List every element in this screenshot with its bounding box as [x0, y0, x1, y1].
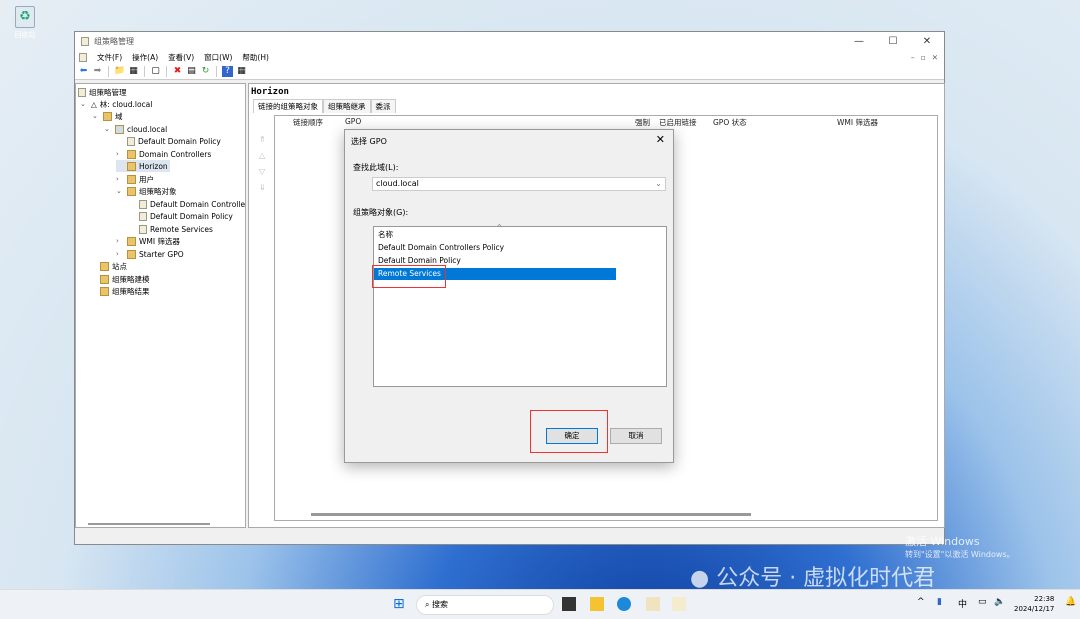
highlight-box	[530, 410, 608, 453]
delete-icon[interactable]: ✖	[172, 66, 183, 77]
select-gpo-dialog: 选择 GPO ✕ 查找此域(L): cloud.local ⌄ 组策略对象(G):…	[344, 129, 674, 463]
back-icon[interactable]: ⬅	[78, 66, 89, 77]
menu-action[interactable]: 操作(A)	[132, 52, 158, 63]
close-button[interactable]: ✕	[910, 36, 944, 47]
taskbar-search[interactable]: ⌕ 搜索	[416, 595, 554, 615]
gpo-list: 名称 ^ Default Domain Controllers Policy D…	[373, 223, 667, 387]
show-tree-icon[interactable]: ▦	[128, 66, 139, 77]
domain-label: 查找此域(L):	[353, 163, 399, 172]
tree-item[interactable]: 组策略建模	[100, 273, 150, 285]
menu-bar: 文件(F) 操作(A) 查看(V) 窗口(W) 帮助(H) – ▫ ✕	[75, 50, 944, 64]
tree-item[interactable]: Default Domain Policy	[116, 135, 221, 147]
domain-select[interactable]: cloud.local ⌄	[372, 177, 666, 191]
maximize-button[interactable]: ☐	[876, 36, 910, 47]
dialog-title: 选择 GPO	[351, 137, 387, 146]
sort-icon: ^	[496, 223, 503, 232]
col-link-enabled[interactable]: 已启用链接	[659, 117, 697, 128]
minimize-button[interactable]: —	[842, 36, 876, 47]
task-view-icon[interactable]	[562, 597, 576, 611]
tree-item[interactable]: › WMI 筛选器	[116, 235, 180, 247]
activate-hint: 转到"设置"以激活 Windows。	[905, 550, 1015, 559]
list-scrollbar[interactable]	[311, 513, 751, 516]
move-up-icon[interactable]: △	[259, 148, 266, 164]
move-top-icon[interactable]: ⇑	[259, 132, 266, 148]
col-gpo-status[interactable]: GPO 状态	[713, 117, 747, 128]
tab-delegation[interactable]: 委派	[370, 99, 396, 113]
chevron-down-icon: ⌄	[655, 179, 662, 188]
tree-item[interactable]: 组策略结果	[100, 285, 150, 297]
list-header-name[interactable]: 名称	[378, 229, 393, 241]
app-icon	[81, 36, 89, 46]
network-tray-icon[interactable]: ▮	[937, 597, 951, 611]
edge-icon[interactable]	[617, 597, 631, 611]
tree-item[interactable]: Remote Services	[128, 223, 213, 235]
tree-item[interactable]: › 用户	[116, 173, 154, 185]
col-gpo[interactable]: GPO	[345, 117, 361, 126]
highlight-box	[372, 265, 446, 288]
menu-view[interactable]: 查看(V)	[168, 52, 194, 63]
tree-item[interactable]: ⌄ 组策略对象	[116, 185, 177, 197]
recycle-bin-icon: ♻	[15, 6, 35, 28]
help-icon[interactable]: ?	[222, 66, 233, 77]
tree-pane: 组策略管理 ⌄ △ 林: cloud.local ⌄ 域 ⌄ cloud.local D…	[75, 83, 246, 528]
gpo-editor-taskbar-icon[interactable]	[672, 597, 686, 611]
mdi-minimize[interactable]: –	[911, 53, 915, 62]
recycle-bin[interactable]: ♻ 回收站	[8, 6, 42, 40]
tree-item[interactable]: 站点	[100, 260, 127, 272]
display-icon[interactable]: ▭	[978, 597, 992, 611]
mdi-restore[interactable]: ▫	[921, 53, 926, 62]
forest-icon: △	[91, 99, 97, 109]
tab-linked-gpos[interactable]: 链接的组策略对象	[253, 99, 323, 113]
file-explorer-icon[interactable]	[590, 597, 604, 611]
tree-item[interactable]: › Domain Controllers	[116, 148, 211, 160]
properties-icon[interactable]: ▤	[186, 66, 197, 77]
pane-title: Horizon	[251, 87, 289, 97]
tree-domain[interactable]: ⌄ cloud.local	[104, 123, 167, 135]
notification-bell-icon[interactable]: 🔔	[1065, 597, 1079, 611]
list-item[interactable]: Default Domain Controllers Policy	[378, 242, 504, 254]
account-watermark: ● 公众号 · 虚拟化时代君	[690, 566, 936, 591]
up-folder-icon[interactable]: 📁	[114, 66, 125, 77]
menu-window[interactable]: 窗口(W)	[204, 52, 232, 63]
tree-item-selected[interactable]: Horizon	[116, 160, 170, 172]
col-link-order[interactable]: 链接顺序	[293, 117, 323, 128]
tree-forest[interactable]: ⌄ △ 林: cloud.local	[80, 98, 152, 110]
dialog-close-icon[interactable]: ✕	[656, 133, 665, 146]
wechat-icon: ●	[690, 566, 710, 591]
order-arrows: ⇑ △ ▽ ⇓	[259, 132, 266, 196]
ime-indicator[interactable]: 中	[958, 597, 972, 611]
volume-icon[interactable]: 🔈	[994, 597, 1008, 611]
tree-domains[interactable]: ⌄ 域	[92, 110, 123, 122]
menu-help[interactable]: 帮助(H)	[242, 52, 269, 63]
mdi-close[interactable]: ✕	[932, 53, 938, 62]
tab-inheritance[interactable]: 组策略继承	[323, 99, 371, 113]
tree-root[interactable]: 组策略管理	[78, 86, 127, 98]
clock[interactable]: 22:38 2024/12/17	[1014, 594, 1054, 614]
start-icon[interactable]: ⊞	[393, 597, 407, 611]
tree-item[interactable]: › Starter GPO	[116, 248, 184, 260]
title-bar: 组策略管理 — ☐ ✕	[75, 32, 944, 50]
clipboard-icon[interactable]: ▢	[150, 66, 161, 77]
menu-file[interactable]: 文件(F)	[97, 52, 122, 63]
tree-item[interactable]: Default Domain Controlle	[128, 198, 245, 210]
forward-icon[interactable]: ➡	[92, 66, 103, 77]
move-bottom-icon[interactable]: ⇓	[259, 180, 266, 196]
cancel-button[interactable]: 取消	[610, 428, 662, 444]
toolbar: ⬅ ➡ 📁 ▦ ▢ ✖ ▤ ↻ ? ▦	[75, 64, 944, 80]
app-icon	[79, 52, 87, 62]
activate-watermark: 激活 Windows	[905, 535, 980, 548]
gpo-label: 组策略对象(G):	[353, 208, 409, 217]
tree-item[interactable]: Default Domain Policy	[128, 210, 233, 222]
tree-scrollbar[interactable]	[88, 523, 210, 525]
col-enforced[interactable]: 强制	[635, 117, 650, 128]
console-icon[interactable]: ▦	[236, 66, 247, 77]
chevron-up-icon[interactable]: ^	[917, 597, 931, 611]
refresh-icon[interactable]: ↻	[200, 66, 211, 77]
taskbar: ⊞ ⌕ 搜索 ^ ▮ 中 ▭ 🔈 22:38 2024/12/17 🔔	[0, 589, 1080, 619]
search-icon: ⌕	[425, 600, 430, 609]
move-down-icon[interactable]: ▽	[259, 164, 266, 180]
col-wmi-filter[interactable]: WMI 筛选器	[837, 117, 878, 128]
gpmc-taskbar-icon[interactable]	[646, 597, 660, 611]
